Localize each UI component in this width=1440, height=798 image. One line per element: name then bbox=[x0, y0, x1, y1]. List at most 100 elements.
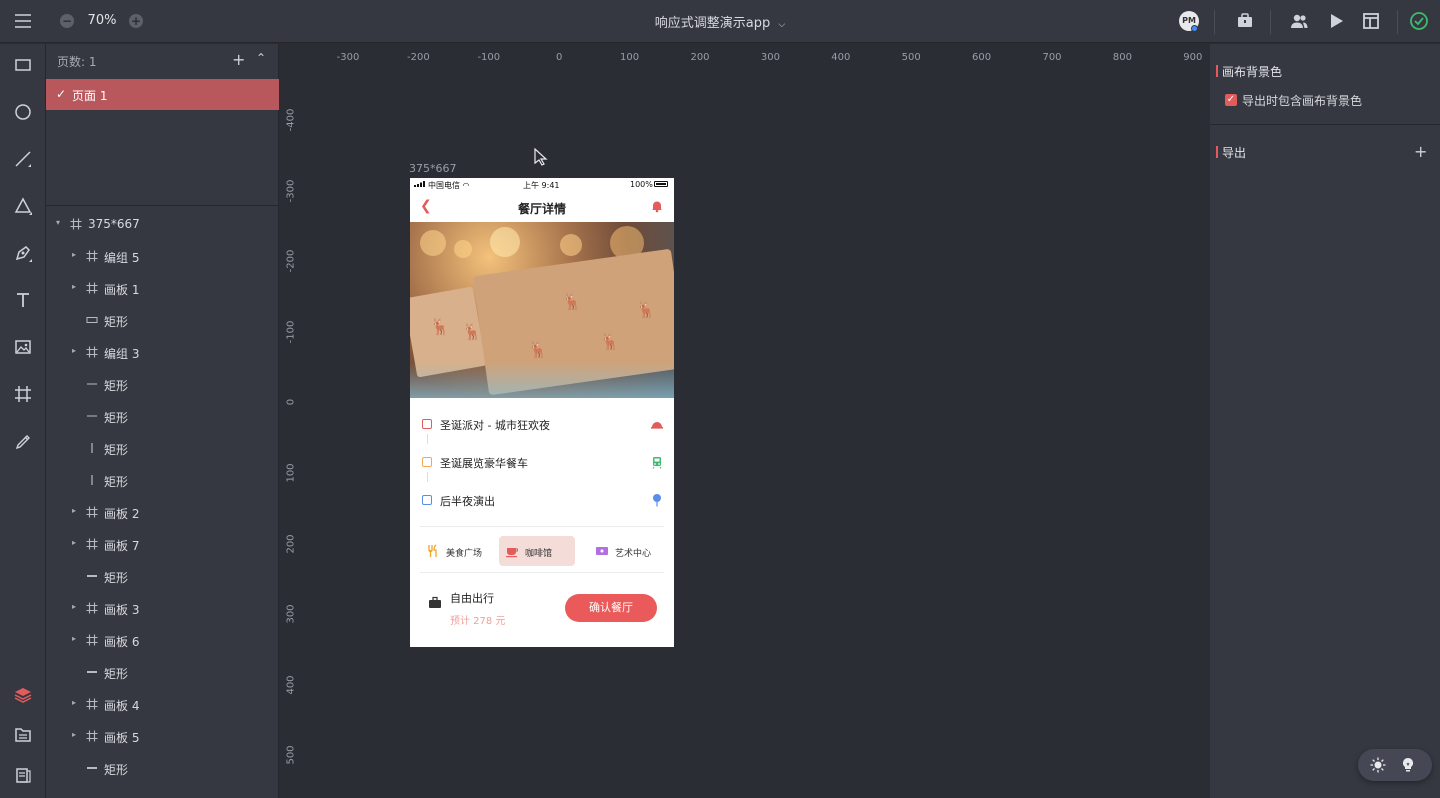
cup-icon bbox=[505, 544, 519, 558]
route-item[interactable]: 圣诞展览豪华餐车 bbox=[410, 448, 674, 478]
bell-icon[interactable] bbox=[650, 199, 664, 213]
layer-row[interactable]: ▸ 画板 2 bbox=[46, 501, 279, 525]
text-tool-icon[interactable] bbox=[13, 290, 33, 310]
hbar-layer-icon bbox=[86, 570, 98, 582]
route-checkbox[interactable] bbox=[422, 495, 432, 505]
component-library-icon[interactable] bbox=[13, 765, 33, 785]
expand-caret-icon[interactable]: ▸ bbox=[72, 506, 76, 515]
lightbulb-icon[interactable] bbox=[1400, 757, 1416, 773]
zoom-in-button[interactable]: + bbox=[129, 14, 143, 28]
play-preview-icon[interactable] bbox=[1326, 11, 1346, 31]
artboard-layer-icon bbox=[86, 730, 98, 742]
expand-caret-icon[interactable]: ▸ bbox=[72, 602, 76, 611]
layer-row[interactable]: ▸ 画板 5 bbox=[46, 725, 279, 749]
expand-caret-icon[interactable]: ▸ bbox=[72, 634, 76, 643]
layer-row[interactable]: 矩形 bbox=[46, 661, 279, 685]
collaborators-icon[interactable] bbox=[1289, 11, 1309, 31]
layer-row[interactable]: ▸ 画板 4 bbox=[46, 693, 279, 717]
zoom-out-button[interactable]: − bbox=[60, 14, 74, 28]
layer-row[interactable]: ▸ 画板 1 bbox=[46, 277, 279, 301]
layer-row[interactable]: 矩形 bbox=[46, 757, 279, 781]
layer-row[interactable]: 矩形 bbox=[46, 437, 279, 461]
design-canvas[interactable]: -300 -200 -100 0 100 200 300 400 500 600 700 800 900… bbox=[280, 44, 1210, 798]
expand-caret-icon[interactable]: ▸ bbox=[72, 538, 76, 547]
app-window: − 70% + 响应式调整演示app ⌵ PM 页数: 1 + ⌃ ✓ 页面 1… bbox=[0, 0, 1440, 798]
category-tab[interactable]: 美食广场 bbox=[420, 536, 490, 566]
layer-name: 画板 2 bbox=[104, 507, 140, 521]
layer-row[interactable]: ▸ 编组 5 bbox=[46, 245, 279, 269]
project-title-dropdown[interactable]: 响应式调整演示app ⌵ bbox=[600, 12, 840, 31]
zoom-level[interactable]: 70% bbox=[82, 13, 122, 28]
layer-row[interactable]: ▸ 画板 3 bbox=[46, 597, 279, 621]
screen-title: 餐厅详情 bbox=[517, 202, 566, 216]
layer-row[interactable]: ▸ 画板 7 bbox=[46, 533, 279, 557]
layer-row[interactable]: 矩形 bbox=[46, 565, 279, 589]
group-layer-icon bbox=[86, 346, 98, 358]
route-item[interactable]: 后半夜演出 bbox=[410, 486, 674, 516]
ruler-tick-label: 200 bbox=[690, 52, 710, 63]
sun-icon[interactable] bbox=[1370, 757, 1386, 773]
layer-name: 矩形 bbox=[104, 763, 129, 777]
assets-folder-icon[interactable] bbox=[13, 725, 33, 745]
page-name: 页面 1 bbox=[72, 89, 108, 103]
ruler-tick-label: 300 bbox=[285, 604, 297, 624]
expand-caret-icon[interactable]: ▸ bbox=[72, 282, 76, 291]
collapse-pages-icon[interactable]: ⌃ bbox=[256, 51, 266, 65]
ruler-tick-label: -300 bbox=[336, 52, 360, 63]
phone-artboard[interactable]: 中国电信 ◠ 上午 9:41 100% ❮ 餐厅详情 🦌 🦌 🦌 🦌 🦌 🦌 圣… bbox=[410, 178, 674, 647]
route-checkbox[interactable] bbox=[422, 457, 432, 467]
layers-icon[interactable] bbox=[13, 685, 33, 705]
layer-row[interactable]: 矩形 bbox=[46, 309, 279, 333]
add-export-icon[interactable]: + bbox=[1414, 142, 1427, 161]
image-tool-icon[interactable] bbox=[13, 337, 33, 357]
saved-check-icon[interactable] bbox=[1409, 11, 1429, 31]
expand-caret-icon[interactable]: ▸ bbox=[72, 730, 76, 739]
triangle-tool-icon[interactable] bbox=[13, 196, 33, 216]
category-tab[interactable]: 咖啡馆 bbox=[499, 536, 575, 566]
page-item-selected[interactable]: ✓ 页面 1 bbox=[46, 79, 279, 110]
layer-name: 画板 5 bbox=[104, 731, 140, 745]
layer-row[interactable]: 矩形 bbox=[46, 405, 279, 429]
artboard-label[interactable]: 375*667 bbox=[409, 162, 457, 175]
pen-tool-icon[interactable] bbox=[13, 243, 33, 263]
layer-row[interactable]: ▸ 画板 6 bbox=[46, 629, 279, 653]
confirm-restaurant-button[interactable]: 确认餐厅 bbox=[565, 594, 657, 622]
hbar-layer-icon bbox=[86, 762, 98, 774]
expand-caret-icon[interactable]: ▸ bbox=[72, 250, 76, 259]
luggage-icon bbox=[429, 596, 441, 608]
route-item[interactable]: 圣诞派对 - 城市狂欢夜 bbox=[410, 410, 674, 440]
line-tool-icon[interactable] bbox=[13, 149, 33, 169]
ruler-tick-label: 400 bbox=[285, 675, 297, 695]
artboard-tool-icon[interactable] bbox=[13, 384, 33, 404]
layout-icon[interactable] bbox=[1361, 11, 1381, 31]
section-marker bbox=[1216, 65, 1218, 77]
expand-caret-icon[interactable]: ▾ bbox=[56, 218, 60, 227]
route-checkbox[interactable] bbox=[422, 419, 432, 429]
menu-icon[interactable] bbox=[14, 12, 32, 30]
ticket-icon bbox=[595, 544, 609, 558]
slice-tool-icon[interactable] bbox=[13, 431, 33, 451]
artboard-layer-icon bbox=[86, 602, 98, 614]
export-bg-checkbox[interactable]: ✓ bbox=[1225, 94, 1237, 106]
layer-name: 矩形 bbox=[104, 571, 129, 585]
pages-header: 页数: 1 + ⌃ bbox=[46, 44, 279, 76]
add-page-icon[interactable]: + bbox=[232, 50, 245, 69]
pages-count-label: 页数: 1 bbox=[57, 55, 97, 69]
layer-row[interactable]: 矩形 bbox=[46, 469, 279, 493]
layer-row[interactable]: ▸ 编组 3 bbox=[46, 341, 279, 365]
category-tab[interactable]: 艺术中心 bbox=[589, 536, 661, 566]
expand-caret-icon[interactable]: ▸ bbox=[72, 698, 76, 707]
properties-panel: 画布背景色 ✓ 导出时包含画布背景色 导出 + bbox=[1210, 44, 1440, 798]
layer-row[interactable]: 矩形 bbox=[46, 373, 279, 397]
tab-label: 艺术中心 bbox=[615, 549, 652, 559]
tool-sidebar bbox=[0, 44, 46, 798]
expand-caret-icon[interactable]: ▸ bbox=[72, 346, 76, 355]
toolbox-icon[interactable] bbox=[1235, 11, 1255, 31]
layer-row[interactable]: ▾ 375*667 bbox=[46, 213, 279, 237]
ruler-tick-label: -200 bbox=[407, 52, 430, 63]
ellipse-tool-icon[interactable] bbox=[13, 102, 33, 122]
rectangle-tool-icon[interactable] bbox=[13, 55, 33, 75]
top-bar: − 70% + 响应式调整演示app ⌵ PM bbox=[0, 0, 1440, 43]
layer-name: 矩形 bbox=[104, 315, 129, 329]
toolbar-divider bbox=[1270, 10, 1271, 34]
